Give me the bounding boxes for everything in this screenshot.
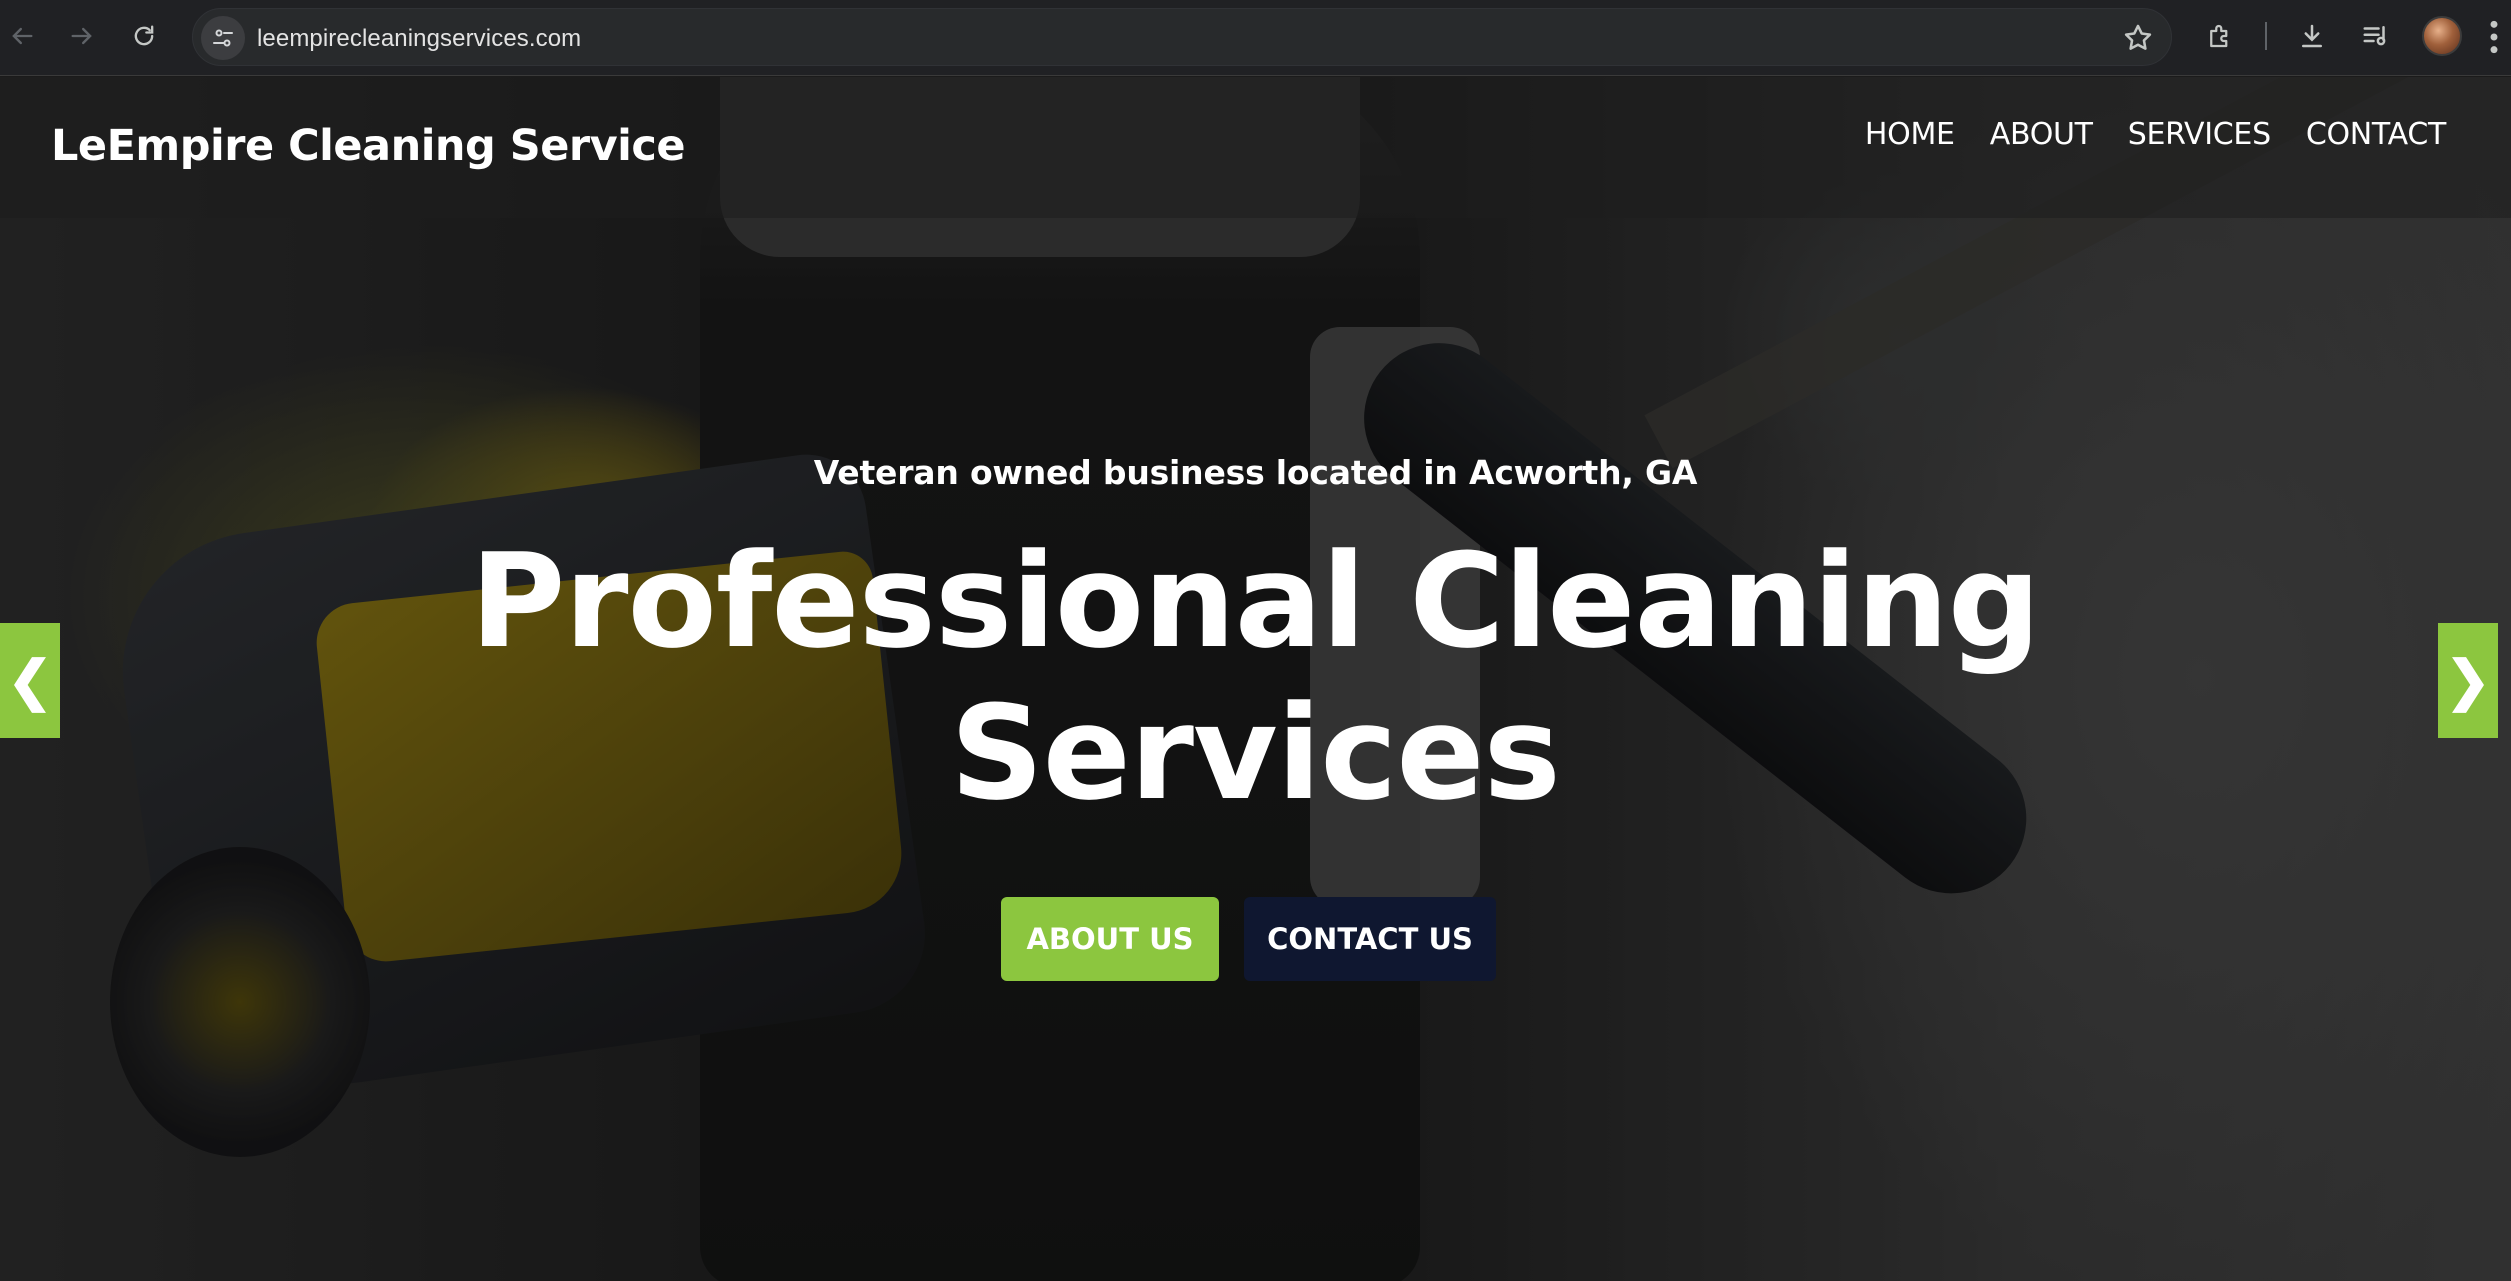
puzzle-icon	[2210, 24, 2228, 48]
site-brand[interactable]: LeEmpire Cleaning Service	[51, 121, 686, 171]
chevron-left-icon: ❮	[7, 651, 53, 711]
site-info-button[interactable]	[201, 16, 245, 60]
forward-button[interactable]	[60, 14, 104, 58]
nav-home[interactable]: HOME	[1865, 117, 1955, 152]
profile-avatar[interactable]	[2422, 16, 2462, 56]
bookmark-star-icon[interactable]	[2121, 21, 2155, 55]
media-controls-button[interactable]	[2356, 16, 2396, 56]
main-nav: HOME ABOUT SERVICES CONTACT	[1865, 117, 2446, 152]
extensions-button[interactable]	[2200, 16, 2240, 56]
back-button[interactable]	[0, 14, 44, 58]
tune-icon	[213, 29, 233, 47]
address-bar[interactable]: leempirecleaningservices.com	[192, 8, 2172, 66]
downloads-button[interactable]	[2292, 16, 2332, 56]
about-us-button[interactable]: ABOUT US	[1001, 897, 1219, 981]
reload-icon	[134, 25, 154, 46]
browser-toolbar: leempirecleaningservices.com	[0, 0, 2511, 76]
carousel-next-button[interactable]: ❯	[2438, 623, 2498, 738]
contact-us-button[interactable]: CONTACT US	[1244, 897, 1496, 981]
playlist-music-icon	[2363, 26, 2386, 46]
carousel-prev-button[interactable]: ❮	[0, 623, 60, 738]
hero-headline: Professional Cleaning Services	[470, 525, 2041, 829]
nav-about[interactable]: ABOUT	[1990, 117, 2093, 152]
more-menu-icon[interactable]	[2486, 18, 2502, 56]
reload-button[interactable]	[122, 14, 166, 58]
toolbar-divider	[2265, 22, 2267, 50]
url-text[interactable]: leempirecleaningservices.com	[257, 25, 581, 53]
chevron-right-icon: ❯	[2445, 651, 2491, 711]
arrow-left-icon	[12, 27, 33, 45]
hero-tagline: Veteran owned business located in Acwort…	[813, 453, 1698, 492]
nav-contact[interactable]: CONTACT	[2306, 117, 2446, 152]
arrow-right-icon	[71, 27, 92, 45]
download-icon	[2302, 24, 2322, 48]
web-page: LeEmpire Cleaning Service HOME ABOUT SER…	[0, 77, 2511, 1281]
nav-services[interactable]: SERVICES	[2128, 117, 2271, 152]
site-header: LeEmpire Cleaning Service HOME ABOUT SER…	[0, 77, 2511, 218]
